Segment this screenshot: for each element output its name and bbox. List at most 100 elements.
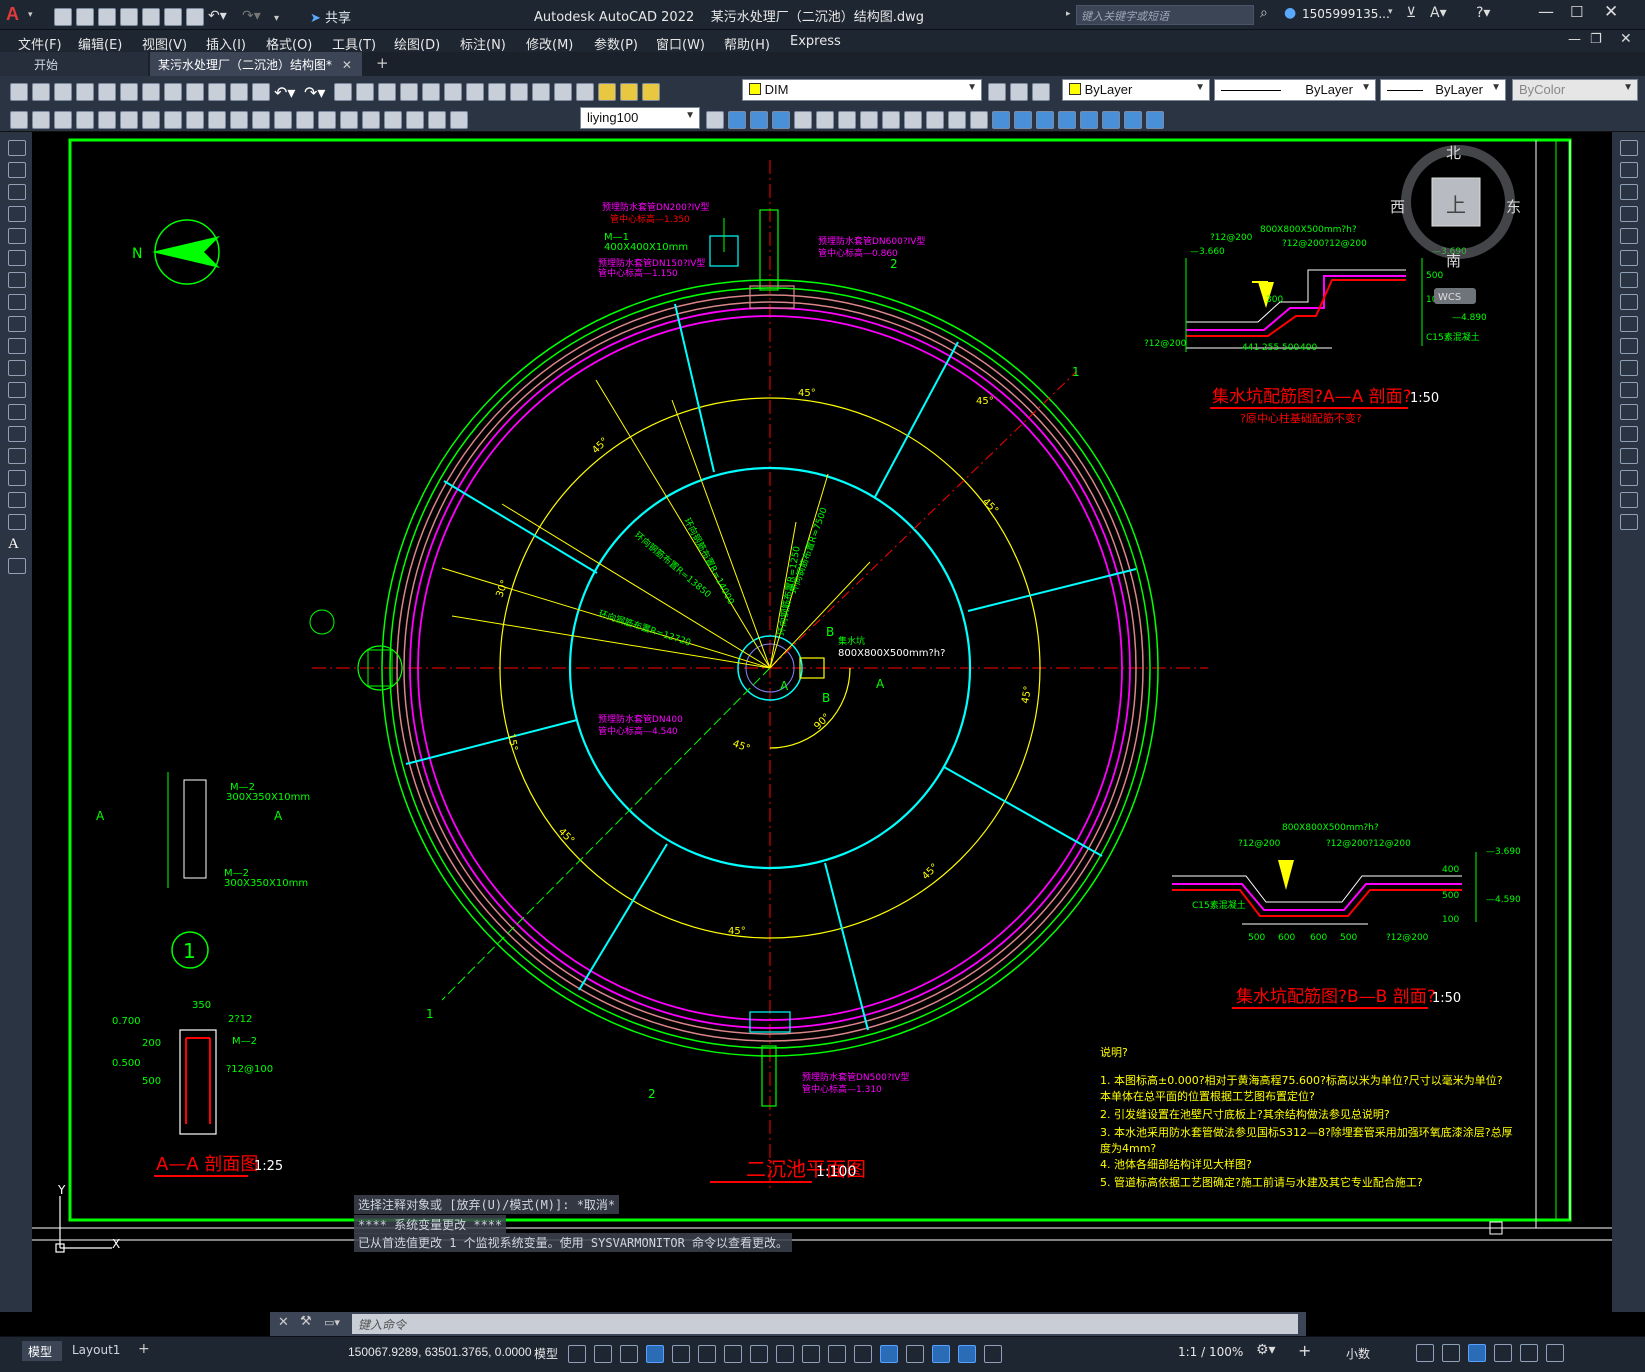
save-as-icon[interactable] [120,7,138,26]
join-icon[interactable] [1620,426,1638,442]
annotation-monitor-icon[interactable]: + [1298,1341,1311,1360]
copy-icon[interactable] [186,82,204,101]
trim-right-icon[interactable] [1620,338,1638,354]
color-dropdown[interactable]: ByLayer ▼ [1062,79,1210,101]
scale-right-icon[interactable] [1620,294,1638,310]
search-expand-icon[interactable]: ▸ [1066,9,1071,19]
tab-drawing[interactable]: 某污水处理厂（二沉池）结构图* ✕ [150,52,362,76]
3d-box-icon[interactable] [728,110,746,129]
fillet-icon[interactable] [948,110,966,129]
break-point-icon[interactable] [1620,382,1638,398]
3d-wedge-icon[interactable] [750,110,768,129]
construction-line-icon[interactable] [8,162,26,178]
autodesk-a360-icon[interactable]: A▾ [1430,5,1447,21]
menu-help[interactable]: 帮助(H) [724,34,770,53]
zoom-previous-icon[interactable] [400,82,418,101]
open-icon[interactable] [32,82,50,101]
minimize-button[interactable]: — [1538,2,1554,21]
linetype-dropdown[interactable]: ByLayer ▼ [1214,79,1376,101]
3d-union-icon[interactable] [772,110,790,129]
dynamic-ucs-icon[interactable] [880,1344,898,1363]
match-properties-icon[interactable] [230,82,248,101]
multiline-text-icon[interactable]: A [8,536,26,552]
doc-minimize-button[interactable]: — [1568,32,1581,47]
redo-icon[interactable]: ↷▾ [242,8,272,26]
maximize-button[interactable]: ☐ [1570,3,1583,21]
menu-edit[interactable]: 编辑(E) [78,34,122,53]
menu-insert[interactable]: 插入(I) [206,34,246,53]
make-block-icon[interactable] [8,404,26,420]
3d-print-icon[interactable] [142,82,160,101]
cart-icon[interactable]: ⊻ [1406,5,1416,21]
quick-properties-icon[interactable] [1416,1343,1434,1362]
ellipse-icon[interactable] [8,338,26,354]
scale-icon[interactable] [860,110,878,129]
properties-icon[interactable] [422,82,440,101]
help-tb-icon[interactable] [554,82,572,101]
polygon-icon[interactable] [8,206,26,222]
new-layout-button[interactable]: + [138,1341,150,1357]
dim-edit-icon[interactable] [406,110,424,129]
tab-layout1[interactable]: Layout1 [72,1343,120,1357]
menu-dimension[interactable]: 标注(N) [460,34,506,53]
open-web-icon[interactable] [142,7,160,26]
menu-view[interactable]: 视图(V) [142,34,187,53]
trim-icon[interactable] [904,110,922,129]
quick-dim-icon[interactable] [208,110,226,129]
insert-block-left-icon[interactable] [8,382,26,398]
explode-icon[interactable] [970,110,988,129]
copy-right-icon[interactable] [1620,162,1638,178]
dim-break-icon[interactable] [296,110,314,129]
user-menu-chevron-icon[interactable]: ▾ [1388,7,1393,17]
gradient-icon[interactable] [8,470,26,486]
undo-tb-icon[interactable]: ↶▾ [274,83,300,102]
auto-scale-icon[interactable] [984,1344,1002,1363]
open-file-icon[interactable] [76,7,94,26]
dimstyle-dropdown[interactable]: liying100 ▼ [580,107,700,129]
customize-qat-icon[interactable]: ▾ [274,13,279,24]
circle-icon[interactable] [8,272,26,288]
viewcube-north[interactable]: 北 [1446,144,1461,162]
fillet-right-icon[interactable] [1620,470,1638,486]
block-editor-icon[interactable] [252,82,270,101]
offset-icon[interactable] [1620,206,1638,222]
view-se-icon[interactable] [1102,110,1120,129]
annotation-visibility-icon[interactable] [958,1344,976,1363]
view-ne-icon[interactable] [1124,110,1142,129]
doc-close-button[interactable]: ✕ [1620,31,1632,47]
region-icon[interactable] [8,492,26,508]
layer-states-icon[interactable] [1032,82,1050,101]
selection-filter-icon[interactable] [906,1344,924,1363]
explode-right-icon[interactable] [1620,514,1638,530]
menu-file[interactable]: 文件(F) [18,34,62,53]
view-left-icon[interactable] [1036,110,1054,129]
markup-icon[interactable] [510,82,528,101]
menu-window[interactable]: 窗口(W) [656,34,705,53]
layer-sun-icon[interactable] [620,82,638,101]
pan-icon[interactable] [334,82,352,101]
menu-format[interactable]: 格式(O) [266,34,312,53]
lock-ui-icon[interactable] [1442,1343,1460,1362]
selection-cycling-icon[interactable] [828,1344,846,1363]
add-selected-icon[interactable] [8,558,26,574]
snap-icon[interactable] [594,1344,612,1363]
viewcube-south[interactable]: 南 [1446,252,1461,270]
inspection-icon[interactable] [362,110,380,129]
zoom-window-icon[interactable] [378,82,396,101]
app-menu-chevron-icon[interactable]: ▾ [28,10,33,20]
new-file-icon[interactable] [54,7,72,26]
otrack-icon[interactable] [724,1344,742,1363]
make-current-layer-icon[interactable] [988,82,1006,101]
lineweight-icon[interactable] [776,1344,794,1363]
transparency-icon[interactable] [802,1344,820,1363]
coordinates-readout[interactable]: 150067.9289, 63501.3765, 0.0000 [348,1345,532,1359]
graphics-performance-icon[interactable] [1494,1343,1512,1362]
tab-start[interactable]: 开始 [0,52,148,76]
view-nw-icon[interactable] [1146,110,1164,129]
close-button[interactable]: ✕ [1604,2,1618,22]
plot-tb-icon[interactable] [76,82,94,101]
table-icon[interactable] [8,514,26,530]
quickcalc-icon[interactable] [532,82,550,101]
plotstyle-dropdown[interactable]: ByColor ▼ [1512,79,1638,101]
ellipse-arc-icon[interactable] [8,360,26,376]
